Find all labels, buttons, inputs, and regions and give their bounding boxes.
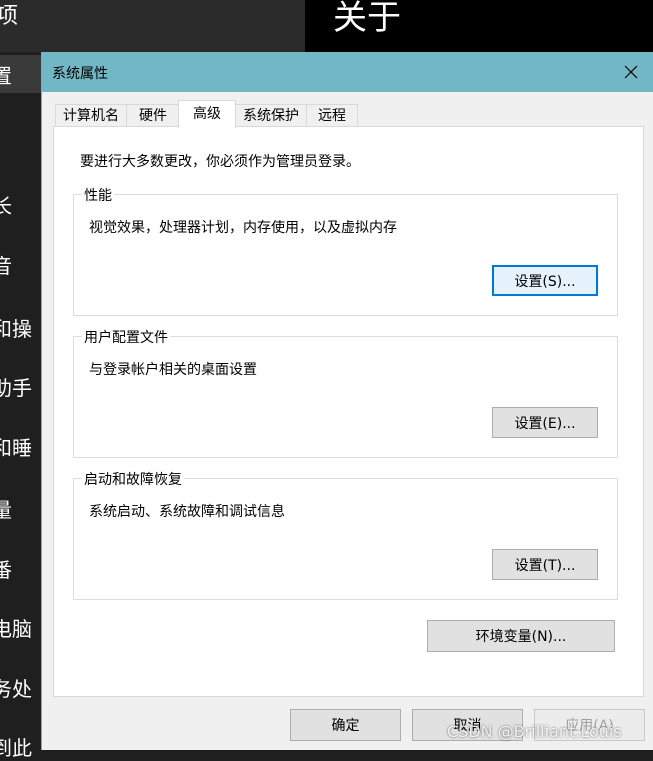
settings-nav-item[interactable]: 和睡 [0, 432, 44, 461]
settings-nav-item[interactable]: 置 [0, 60, 44, 89]
dialog-title-bar[interactable]: 系统属性 [42, 52, 653, 92]
close-icon [624, 65, 638, 79]
settings-nav-item[interactable]: 长 [0, 190, 44, 219]
user-profiles-settings-button[interactable]: 设置(E)... [492, 407, 598, 438]
settings-nav-item[interactable]: 音 [0, 250, 44, 279]
close-button[interactable] [608, 52, 653, 92]
system-properties-dialog: 系统属性 计算机名 硬件 高级 系统保护 远程 要进行大多数更改，你必须作为管理… [41, 52, 653, 750]
performance-settings-button[interactable]: 设置(S)... [492, 265, 598, 296]
settings-nav-item[interactable]: 助手 [0, 372, 44, 401]
settings-nav-item[interactable]: 务处 [0, 673, 44, 702]
user-profiles-group-title: 用户配置文件 [82, 327, 170, 347]
startup-recovery-settings-button[interactable]: 设置(T)... [492, 549, 598, 580]
settings-nav-item[interactable]: 电脑 [0, 613, 44, 642]
startup-recovery-description: 系统启动、系统故障和调试信息 [89, 504, 285, 520]
dialog-title: 系统属性 [52, 66, 108, 82]
environment-variables-button[interactable]: 环境变量(N)... [427, 620, 615, 652]
tab-computer-name[interactable]: 计算机名 [55, 104, 127, 127]
startup-recovery-group-title: 启动和故障恢复 [82, 469, 184, 489]
user-profiles-group: 用户配置文件 与登录帐户相关的桌面设置 设置(E)... [73, 327, 618, 458]
advanced-tab-panel: 要进行大多数更改，你必须作为管理员登录。 性能 视觉效果，处理器计划，内存使用，… [53, 126, 644, 697]
performance-group: 性能 视觉效果，处理器计划，内存使用，以及虚拟内存 设置(S)... [73, 185, 618, 316]
settings-nav-item[interactable]: 到此 [0, 732, 44, 761]
tab-system-protection[interactable]: 系统保护 [235, 104, 307, 127]
tab-advanced[interactable]: 高级 [178, 100, 236, 128]
ok-button[interactable]: 确定 [290, 709, 401, 741]
settings-nav-item[interactable]: 量 [0, 494, 44, 523]
settings-nav-item[interactable]: 和操 [0, 313, 44, 342]
about-page-title: 关于 [333, 0, 401, 38]
user-profiles-description: 与登录帐户相关的桌面设置 [89, 362, 257, 378]
startup-recovery-group: 启动和故障恢复 系统启动、系统故障和调试信息 设置(T)... [73, 469, 618, 600]
tab-remote[interactable]: 远程 [306, 104, 358, 127]
tab-hardware[interactable]: 硬件 [126, 104, 180, 127]
settings-top-strip [0, 0, 305, 52]
settings-header-fragment: 项 [0, 4, 19, 29]
csdn-watermark: CSDN @Brilliant.Louis [447, 722, 622, 741]
admin-notice: 要进行大多数更改，你必须作为管理员登录。 [80, 154, 360, 170]
settings-nav-item[interactable]: 番 [0, 554, 44, 583]
performance-description: 视觉效果，处理器计划，内存使用，以及虚拟内存 [89, 220, 397, 236]
performance-group-title: 性能 [82, 185, 114, 205]
